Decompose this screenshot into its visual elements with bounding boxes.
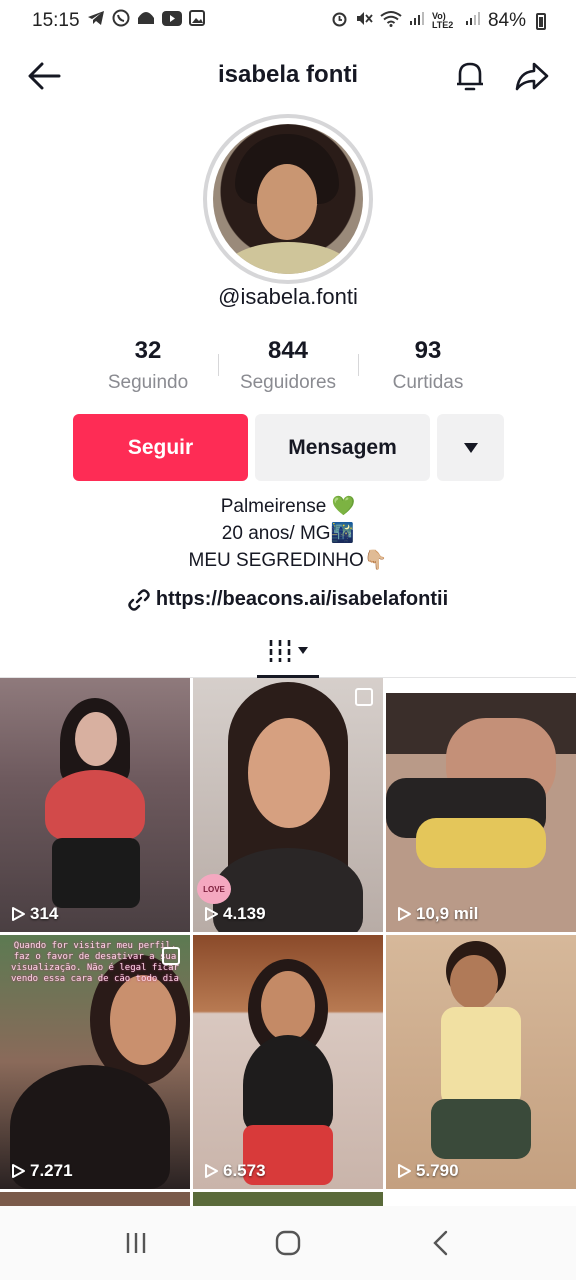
mute-icon	[355, 10, 373, 33]
view-count-text: 4.139	[223, 904, 266, 923]
network-label: Vo) LTE2	[431, 11, 454, 30]
video-grid: 314 LOVE 4.139 10,9 mil Quando for visit…	[0, 678, 576, 1222]
play-icon	[205, 907, 218, 921]
nav-right-actions	[450, 56, 552, 96]
battery-icon	[536, 12, 546, 30]
play-icon	[205, 1164, 218, 1178]
video-thumbnail[interactable]: 5.790	[386, 935, 576, 1189]
more-options-button[interactable]	[437, 414, 504, 481]
view-count-text: 5.790	[416, 1161, 459, 1180]
status-time: 15:15	[32, 10, 80, 31]
chevron-left-icon	[433, 1230, 448, 1256]
play-icon	[398, 1164, 411, 1178]
bio-line-3: MEU SEGREDINHO👇🏼	[188, 550, 388, 571]
home-button[interactable]	[258, 1218, 318, 1268]
avatar	[213, 124, 363, 274]
signal-2-icon	[465, 10, 481, 32]
multi-image-icon	[162, 947, 180, 965]
youtube-icon	[161, 10, 182, 32]
home-icon	[275, 1230, 301, 1256]
stat-label: Curtidas	[392, 372, 464, 393]
stat-followers[interactable]: 844 Seguidores	[218, 336, 358, 394]
view-count: 7.271	[10, 1161, 73, 1181]
signal-icon	[409, 10, 425, 32]
play-icon	[12, 1164, 25, 1178]
bio-line-2: 20 anos/ MG🌃	[221, 523, 355, 544]
share-arrow-icon	[515, 62, 549, 91]
video-thumbnail[interactable]: 6.573	[193, 935, 383, 1189]
view-count: 314	[10, 904, 58, 924]
multi-image-icon	[355, 688, 373, 706]
system-back-button[interactable]	[410, 1218, 470, 1268]
notification-bell-button[interactable]	[450, 56, 490, 96]
view-count: 4.139	[203, 904, 266, 924]
status-left: 15:15	[32, 9, 205, 33]
recent-apps-icon	[126, 1233, 146, 1253]
status-right: Vo) LTE2 84%	[331, 10, 546, 33]
top-nav: isabela fonti	[0, 48, 576, 104]
content-tabs	[0, 626, 576, 678]
play-icon	[12, 907, 25, 921]
system-navigation-bar	[0, 1206, 576, 1280]
stat-value: 844	[267, 337, 309, 364]
avatar-shirt	[223, 242, 353, 274]
stat-value: 93	[414, 337, 442, 364]
bio: Palmeirense 💚 20 anos/ MG🌃 MEU SEGREDINH…	[0, 493, 576, 574]
tab-videos-grid[interactable]	[257, 626, 319, 678]
status-bar: 15:15 Vo) LTE2 84%	[0, 0, 576, 42]
recent-apps-button[interactable]	[106, 1218, 166, 1268]
video-thumbnail[interactable]: LOVE 4.139	[193, 678, 383, 932]
view-count-text: 6.573	[223, 1161, 266, 1180]
message-button[interactable]: Mensagem	[255, 414, 430, 481]
view-count: 5.790	[396, 1161, 459, 1181]
caret-down-icon	[463, 442, 478, 453]
bio-link-text: https://beacons.ai/isabelafontii	[155, 588, 449, 610]
view-count: 10,9 mil	[396, 904, 478, 924]
follow-button[interactable]: Seguir	[73, 414, 248, 481]
stat-value: 32	[134, 337, 162, 364]
battery-percent: 84%	[487, 10, 526, 31]
alarm-icon	[331, 10, 348, 33]
avatar-face	[257, 164, 317, 240]
video-thumbnail[interactable]: Quando for visitar meu perfil, faz o fav…	[0, 935, 190, 1189]
bio-link[interactable]: https://beacons.ai/isabelafontii	[0, 588, 576, 611]
stat-following[interactable]: 32 Seguindo	[78, 336, 218, 394]
bell-icon	[457, 62, 483, 91]
link-icon	[128, 588, 150, 611]
stat-label: Seguindo	[107, 372, 189, 393]
love-sticker: LOVE	[197, 874, 231, 904]
back-button[interactable]	[24, 56, 64, 96]
wifi-icon	[380, 10, 402, 33]
video-caption: Quando for visitar meu perfil, faz o fav…	[11, 941, 179, 984]
profile-actions: Seguir Mensagem	[73, 414, 504, 481]
view-count-text: 10,9 mil	[416, 904, 479, 923]
bio-line-1: Palmeirense 💚	[220, 496, 356, 517]
caret-down-icon	[298, 647, 308, 654]
play-icon	[398, 907, 411, 921]
grid-bars-icon	[269, 639, 291, 662]
view-count: 6.573	[203, 1161, 266, 1181]
view-count-text: 7.271	[30, 1161, 73, 1180]
video-thumbnail[interactable]: 314	[0, 678, 190, 932]
username-handle: @isabela.fonti	[218, 284, 358, 309]
whatsapp-icon	[112, 9, 130, 33]
arrow-left-icon	[28, 62, 61, 90]
telegram-icon	[87, 10, 105, 32]
shell-icon	[137, 10, 155, 32]
gallery-icon	[188, 10, 205, 32]
profile-stats: 32 Seguindo 844 Seguidores 93 Curtidas	[78, 336, 498, 394]
avatar-ring[interactable]	[203, 114, 373, 284]
video-thumbnail[interactable]: 10,9 mil	[386, 678, 576, 932]
stat-likes[interactable]: 93 Curtidas	[358, 336, 498, 394]
view-count-text: 314	[30, 904, 59, 923]
stat-label: Seguidores	[239, 372, 337, 393]
share-button[interactable]	[512, 56, 552, 96]
